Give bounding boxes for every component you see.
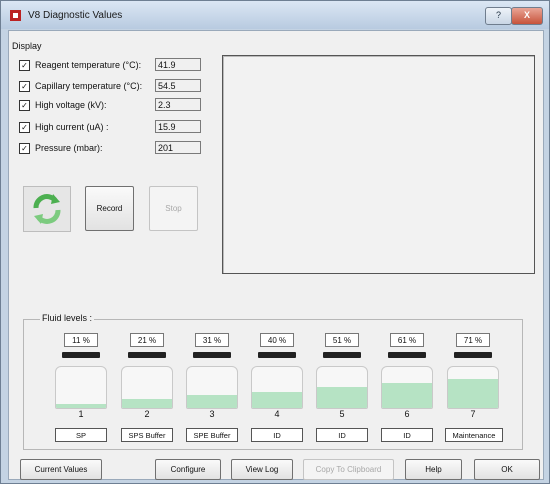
bottle-number: 6 bbox=[404, 409, 410, 419]
high-current-label: High current (uA) : bbox=[35, 122, 109, 132]
bottle-jar bbox=[186, 366, 238, 409]
bottle-cap bbox=[454, 352, 492, 358]
close-button[interactable]: X bbox=[511, 7, 543, 25]
title-bar[interactable]: V8 Diagnostic Values ? X bbox=[1, 1, 549, 29]
window-title: V8 Diagnostic Values bbox=[28, 10, 123, 21]
high-voltage-label: High voltage (kV): bbox=[35, 100, 107, 110]
copy-to-clipboard-button[interactable]: Copy To Clipboard bbox=[303, 459, 394, 480]
fluid-bottle bbox=[316, 349, 368, 409]
bottle-number: 1 bbox=[78, 409, 84, 419]
title-help-button[interactable]: ? bbox=[485, 7, 512, 25]
bottle-name: ID bbox=[251, 428, 303, 442]
bottle-cap bbox=[388, 352, 426, 358]
reagent-temp-row[interactable]: ✓ Reagent temperature (°C): bbox=[19, 58, 141, 72]
bottle-jar bbox=[55, 366, 107, 409]
high-voltage-checkbox[interactable]: ✓ bbox=[19, 99, 30, 111]
bottle-number: 3 bbox=[209, 409, 215, 419]
bottle-name: SPE Buffer bbox=[186, 428, 238, 442]
fluid-percent: 40 % bbox=[260, 333, 294, 347]
fluid-level-fill bbox=[252, 391, 302, 408]
fluid-percent: 51 % bbox=[325, 333, 359, 347]
bottle-jar bbox=[251, 366, 303, 409]
fluid-percent: 11 % bbox=[64, 333, 98, 347]
bottle-cap bbox=[258, 352, 296, 358]
help-button[interactable]: Help bbox=[405, 459, 462, 480]
fluid-level-fill bbox=[187, 395, 237, 408]
fluid-bottle bbox=[251, 349, 303, 409]
record-button[interactable]: Record bbox=[85, 186, 134, 231]
high-current-row[interactable]: ✓ High current (uA) : bbox=[19, 120, 109, 134]
display-group-label: Display bbox=[12, 41, 42, 51]
bottle-jar bbox=[316, 366, 368, 409]
pressure-value: 201 bbox=[155, 141, 201, 154]
bottle-name: ID bbox=[316, 428, 368, 442]
fluid-bottle bbox=[381, 349, 433, 409]
bottle-name: ID bbox=[381, 428, 433, 442]
pressure-checkbox[interactable]: ✓ bbox=[19, 142, 30, 154]
fluid-bottle bbox=[121, 349, 173, 409]
high-current-value: 15.9 bbox=[155, 120, 201, 133]
high-voltage-value: 2.3 bbox=[155, 98, 201, 111]
capillary-temp-value: 54.5 bbox=[155, 79, 201, 92]
bottle-cap bbox=[62, 352, 100, 358]
reagent-temp-value: 41.9 bbox=[155, 58, 201, 71]
fluid-bottle bbox=[55, 349, 107, 409]
current-values-button[interactable]: Current Values bbox=[20, 459, 102, 480]
bottle-cap bbox=[323, 352, 361, 358]
fluid-bottle bbox=[447, 349, 499, 409]
bottle-jar bbox=[381, 366, 433, 409]
fluid-percent: 21 % bbox=[130, 333, 164, 347]
bottle-number: 4 bbox=[274, 409, 280, 419]
configure-button[interactable]: Configure bbox=[155, 459, 221, 480]
bottle-name: Maintenance bbox=[445, 428, 503, 442]
fluid-level-fill bbox=[56, 403, 106, 408]
reagent-temp-checkbox[interactable]: ✓ bbox=[19, 59, 30, 71]
app-icon bbox=[10, 10, 21, 21]
fluid-percent: 71 % bbox=[456, 333, 490, 347]
capillary-temp-label: Capillary temperature (°C): bbox=[35, 81, 143, 91]
fluid-level-fill bbox=[382, 383, 432, 408]
view-log-button[interactable]: View Log bbox=[231, 459, 293, 480]
fluid-level-fill bbox=[448, 378, 498, 408]
plot-area bbox=[222, 55, 535, 274]
high-current-checkbox[interactable]: ✓ bbox=[19, 121, 30, 133]
bottle-jar bbox=[447, 366, 499, 409]
fluid-bottle bbox=[186, 349, 238, 409]
bottle-number: 7 bbox=[470, 409, 476, 419]
pressure-label: Pressure (mbar): bbox=[35, 143, 103, 153]
capillary-temp-checkbox[interactable]: ✓ bbox=[19, 80, 30, 92]
ok-button[interactable]: OK bbox=[474, 459, 540, 480]
high-voltage-row[interactable]: ✓ High voltage (kV): bbox=[19, 98, 107, 112]
capillary-temp-row[interactable]: ✓ Capillary temperature (°C): bbox=[19, 79, 142, 93]
bottle-name: SPS Buffer bbox=[121, 428, 173, 442]
bottle-jar bbox=[121, 366, 173, 409]
bottle-name: SP bbox=[55, 428, 107, 442]
pressure-row[interactable]: ✓ Pressure (mbar): bbox=[19, 141, 103, 155]
fluid-level-fill bbox=[317, 387, 367, 408]
bottle-number: 5 bbox=[339, 409, 345, 419]
fluid-levels-label: Fluid levels : bbox=[40, 313, 95, 323]
refresh-button[interactable] bbox=[23, 186, 71, 232]
fluid-percent: 31 % bbox=[195, 333, 229, 347]
stop-button[interactable]: Stop bbox=[149, 186, 198, 231]
refresh-icon bbox=[33, 194, 61, 224]
reagent-temp-label: Reagent temperature (°C): bbox=[35, 60, 142, 70]
bottle-number: 2 bbox=[144, 409, 150, 419]
bottle-cap bbox=[128, 352, 166, 358]
fluid-level-fill bbox=[122, 399, 172, 408]
bottle-cap bbox=[193, 352, 231, 358]
fluid-percent: 61 % bbox=[390, 333, 424, 347]
